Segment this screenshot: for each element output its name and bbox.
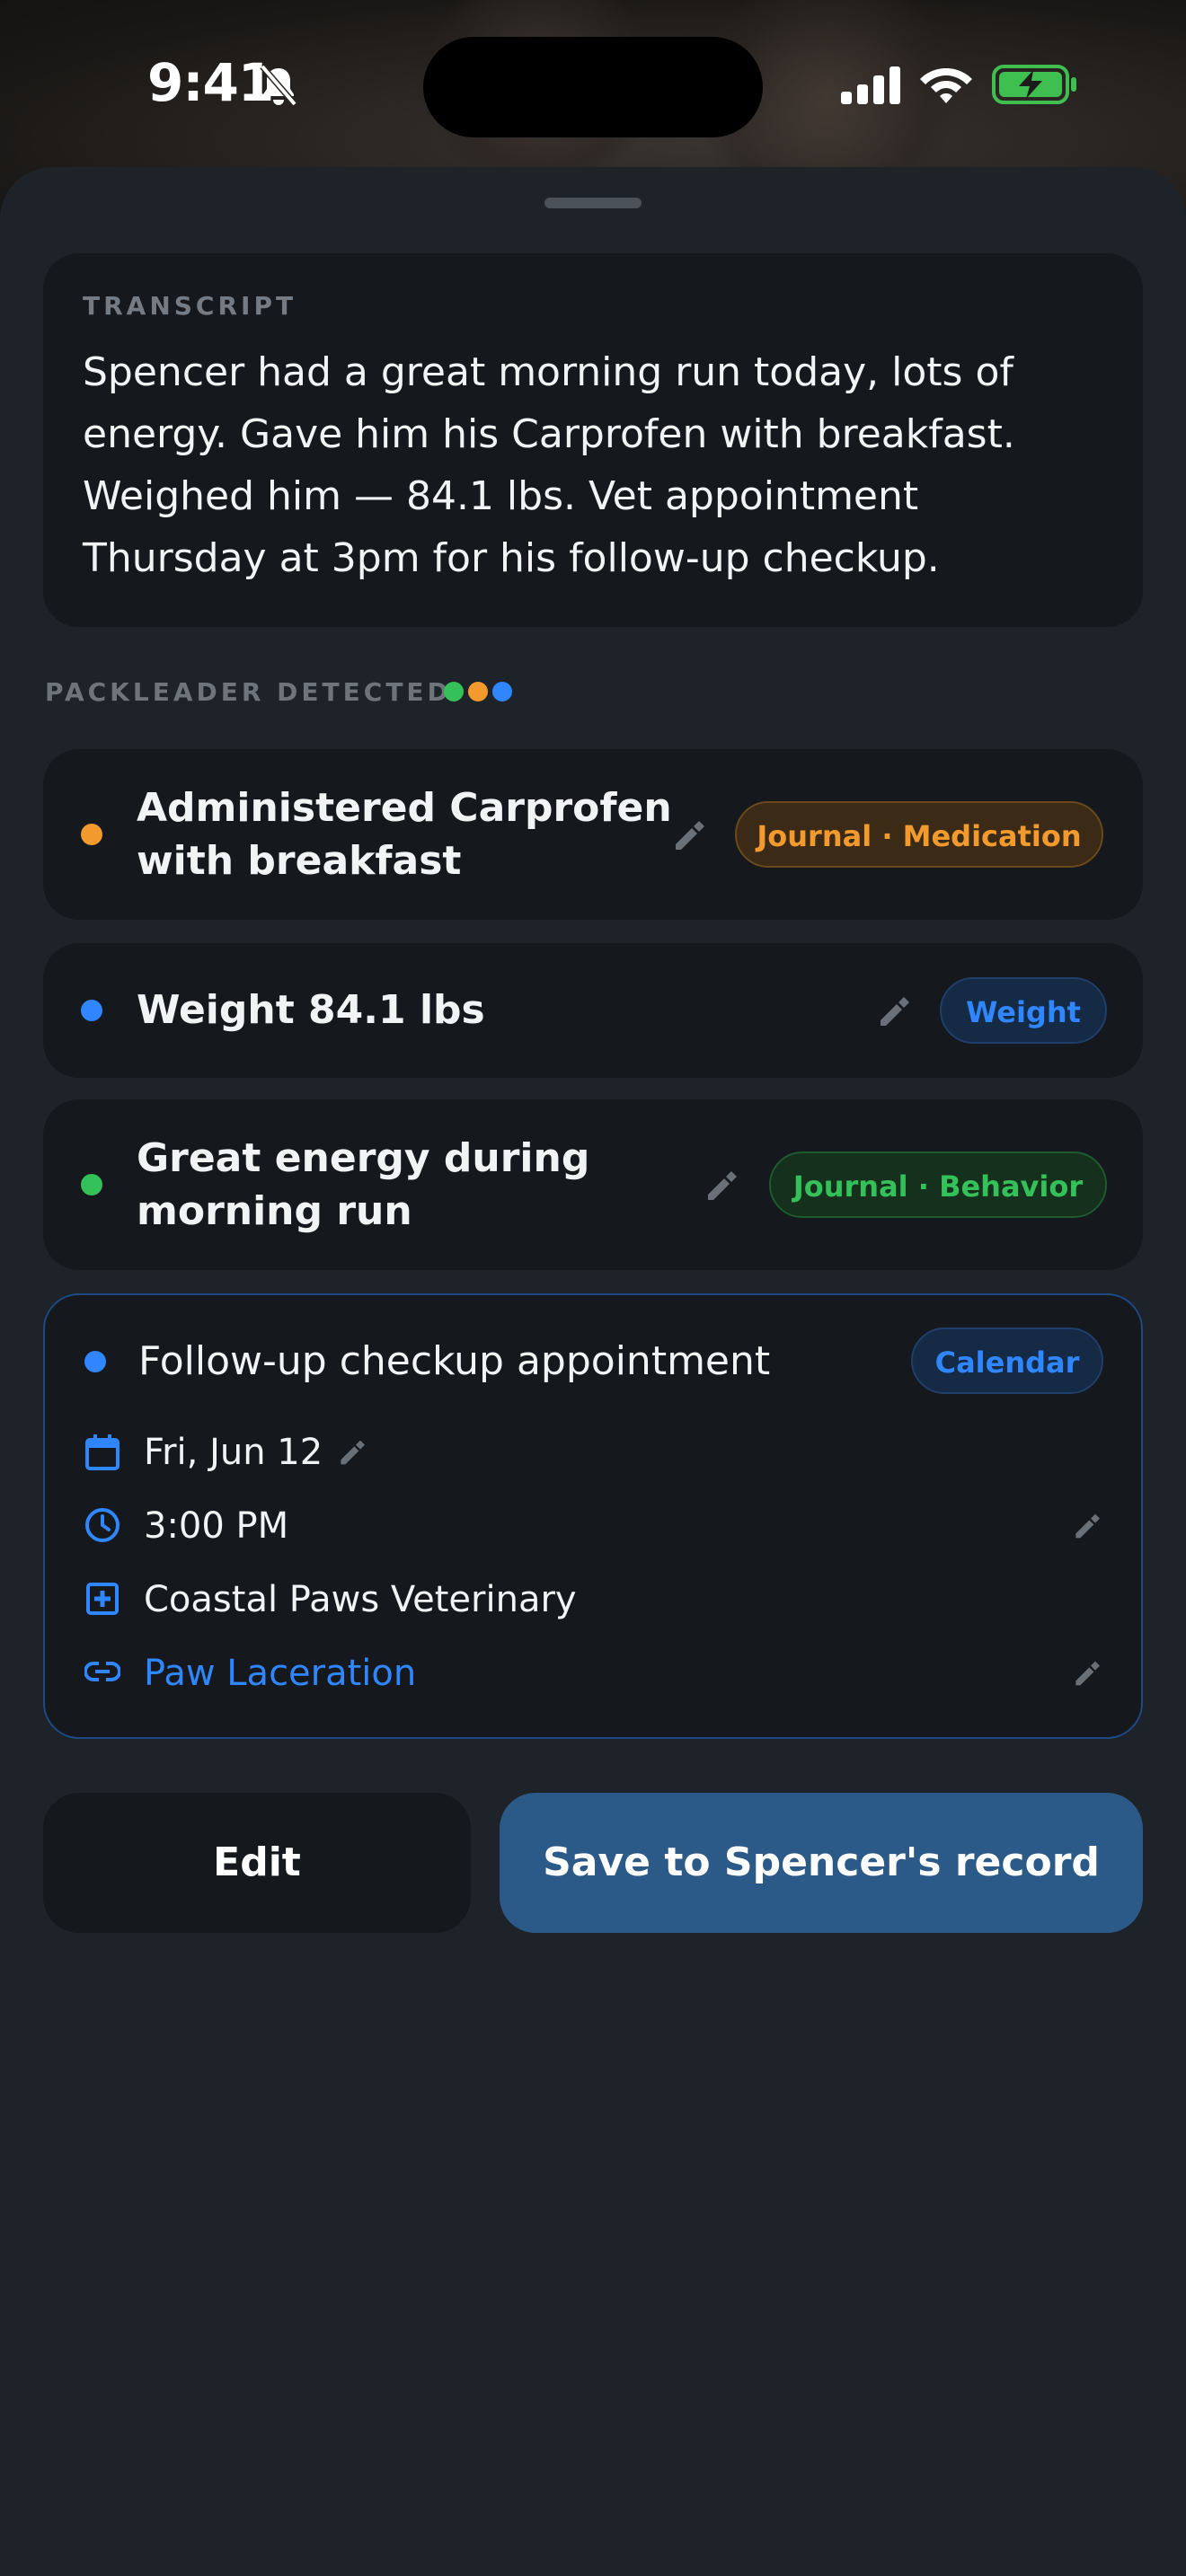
detected-item-weight[interactable]: Weight 84.1 lbs Weight — [43, 943, 1143, 1078]
chip-calendar[interactable]: Calendar — [911, 1328, 1103, 1394]
signal-icon — [841, 66, 900, 104]
item-bullet — [81, 1174, 102, 1195]
orange-dot — [468, 682, 488, 701]
save-record-button[interactable]: Save to Spencer's record — [500, 1793, 1143, 1933]
review-sheet: TRANSCRIPT Spencer had a great morning r… — [0, 167, 1186, 2576]
edit-pencil-icon[interactable] — [704, 1169, 737, 1202]
edit-pencil-icon[interactable] — [672, 819, 704, 851]
appointment-location: Coastal Paws Veterinary — [144, 1579, 577, 1620]
detected-item-medication[interactable]: Administered Carprofen with breakfast Jo… — [43, 749, 1143, 920]
dynamic-island — [423, 37, 763, 137]
edit-time-pencil-icon[interactable] — [1073, 1513, 1100, 1539]
silent-bell-icon — [260, 64, 297, 107]
transcript-card: TRANSCRIPT Spencer had a great morning r… — [43, 253, 1143, 627]
green-dot — [444, 682, 464, 701]
transcript-label: TRANSCRIPT — [83, 291, 297, 321]
edit-pencil-icon[interactable] — [877, 995, 909, 1028]
item-bullet — [81, 1000, 102, 1021]
detected-label: PACKLEADER DETECTED — [45, 677, 452, 707]
status-bar: 9:41 — [0, 0, 1186, 171]
sheet-grabber[interactable] — [544, 198, 642, 208]
calendar-icon — [85, 1434, 119, 1470]
item-text: Great energy during morning run — [137, 1132, 589, 1238]
edit-button[interactable]: Edit — [43, 1793, 471, 1933]
chip-journal-medication[interactable]: Journal · Medication — [735, 801, 1103, 868]
linked-record-link[interactable]: Paw Laceration — [144, 1653, 416, 1694]
blue-dot — [492, 682, 512, 701]
medical-cross-icon — [86, 1583, 119, 1615]
detected-dots — [444, 682, 517, 705]
item-text: Administered Carprofen with breakfast — [137, 781, 672, 887]
item-text-line2: morning run — [137, 1188, 412, 1234]
status-time: 9:41 — [147, 52, 274, 113]
item-text-line1: Great energy during — [137, 1135, 590, 1181]
item-text-line2: with breakfast — [137, 838, 462, 884]
transcript-text: Spencer had a great morning run today, l… — [83, 349, 1015, 581]
clock-icon — [85, 1508, 119, 1542]
item-text-line1: Administered Carprofen — [137, 785, 672, 831]
item-bullet — [81, 824, 102, 845]
wifi-icon — [920, 68, 972, 103]
item-bullet — [84, 1351, 106, 1372]
chip-weight[interactable]: Weight — [940, 977, 1107, 1044]
battery-charging-icon — [992, 65, 1076, 104]
chip-journal-behavior[interactable]: Journal · Behavior — [769, 1151, 1107, 1218]
link-icon — [84, 1662, 120, 1681]
appointment-card[interactable]: Follow-up checkup appointment Calendar F… — [43, 1293, 1143, 1739]
appointment-time[interactable]: 3:00 PM — [144, 1505, 288, 1547]
appointment-title: Follow-up checkup appointment — [138, 1338, 771, 1384]
edit-date-pencil-icon[interactable] — [338, 1439, 365, 1466]
appointment-date[interactable]: Fri, Jun 12 — [144, 1432, 323, 1473]
item-text: Weight 84.1 lbs — [137, 987, 485, 1033]
edit-link-pencil-icon[interactable] — [1073, 1660, 1100, 1687]
detected-item-behavior[interactable]: Great energy during morning run Journal … — [43, 1099, 1143, 1270]
